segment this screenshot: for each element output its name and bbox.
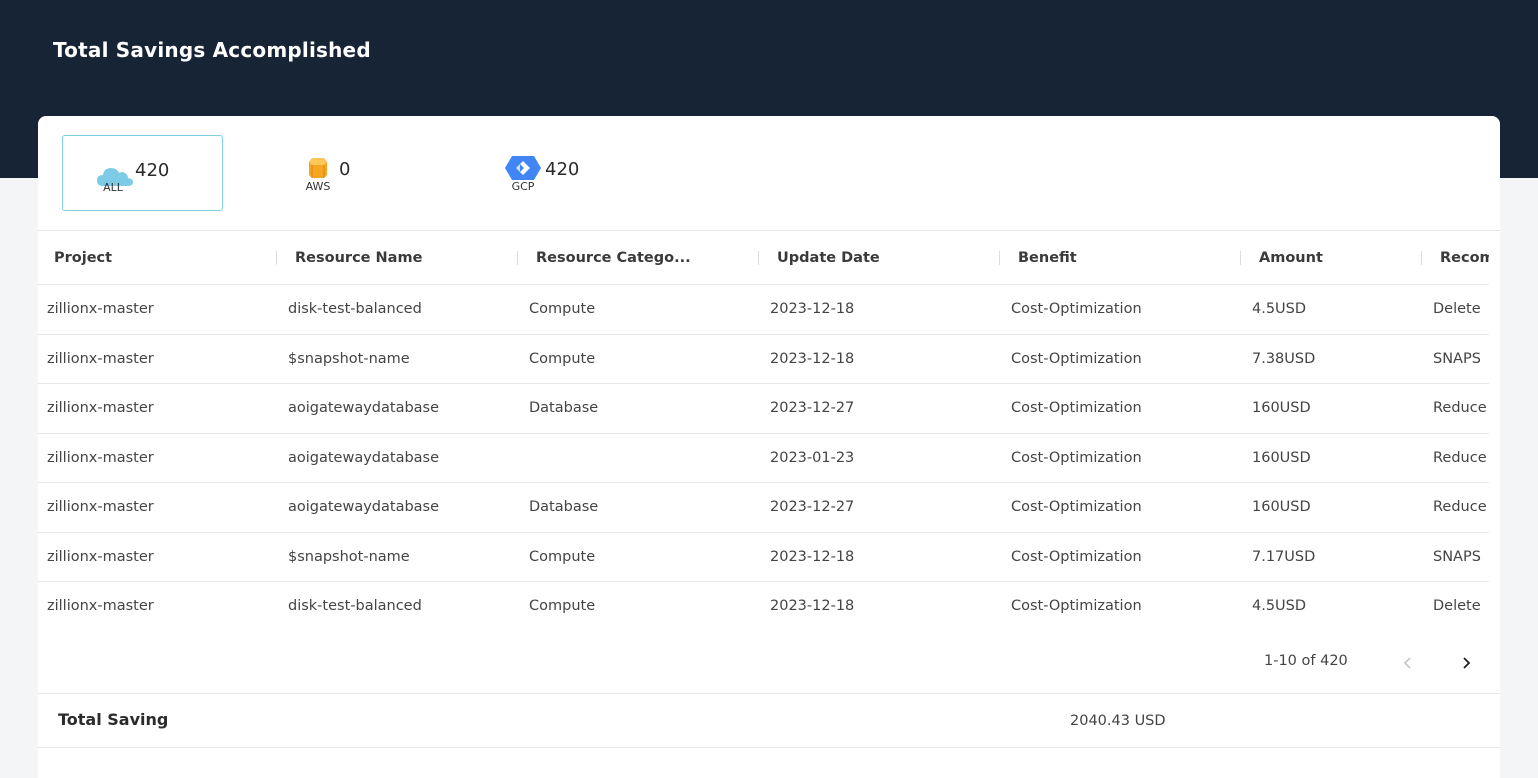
cell-update-date: 2023-12-18 [770, 598, 855, 614]
total-saving-value: 2040.43 USD [1070, 713, 1166, 729]
cell-update-date: 2023-12-27 [770, 400, 855, 416]
provider-count: 420 [135, 160, 170, 181]
table-row[interactable]: zillionx-master $snapshot-name Compute 2023… [38, 335, 1489, 384]
provider-label: GCP [511, 180, 535, 193]
cell-recommendation: Reduce [1433, 400, 1487, 416]
cell-resource-category: Compute [529, 301, 596, 317]
cell-project: zillionx-master [47, 400, 154, 416]
cell-resource-category: Database [529, 499, 599, 515]
cell-project: zillionx-master [47, 449, 154, 466]
provider-count: 420 [545, 159, 580, 180]
chevron-left-icon [1403, 657, 1411, 669]
table-row[interactable]: zillionx-master aoigatewaydatabase 2023-01… [38, 434, 1489, 483]
cell-recommendation: Reduce [1433, 499, 1487, 515]
cell-amount: 4.5USD [1252, 598, 1307, 614]
provider-tab-all[interactable]: 420 ALL [62, 135, 223, 211]
col-benefit[interactable]: Benefit [999, 231, 1077, 285]
cell-recommendation: Reduce [1433, 449, 1487, 466]
total-saving-label: Total Saving [58, 710, 169, 729]
cell-recommendation: Delete [1433, 598, 1481, 614]
cell-benefit: Cost-Optimization [1011, 400, 1142, 416]
col-update-date[interactable]: Update Date [758, 231, 880, 285]
cell-project: zillionx-master [47, 598, 154, 614]
table-header: Project Resource Name Resource Catego...… [38, 231, 1489, 285]
cell-update-date: 2023-12-18 [770, 350, 855, 367]
cell-resource-category: Database [529, 400, 599, 416]
savings-table: Project Resource Name Resource Catego...… [38, 230, 1500, 694]
cell-resource-name: disk-test-balanced [288, 301, 422, 317]
cell-benefit: Cost-Optimization [1011, 301, 1142, 317]
table-scroll[interactable]: Project Resource Name Resource Catego...… [38, 231, 1489, 631]
cell-amount: 160USD [1252, 499, 1311, 515]
table-row[interactable]: zillionx-master aoigatewaydatabase Databas… [38, 384, 1489, 434]
provider-label: AWS [305, 180, 331, 193]
col-resource-category[interactable]: Resource Catego... [517, 231, 691, 285]
cell-resource-name: aoigatewaydatabase [288, 499, 440, 515]
cell-resource-name: disk-test-balanced [288, 598, 422, 614]
page-range: 1-10 of 420 [1264, 653, 1348, 669]
provider-tab-aws[interactable]: 0 AWS [298, 135, 459, 211]
cell-resource-category: Compute [529, 548, 596, 565]
pagination: 1-10 of 420 [38, 631, 1500, 693]
table-row[interactable]: zillionx-master aoigatewaydatabase Databas… [38, 483, 1489, 533]
cell-benefit: Cost-Optimization [1011, 598, 1142, 614]
table-row[interactable]: zillionx-master disk-test-balanced Compute… [38, 582, 1489, 631]
cell-update-date: 2023-01-23 [770, 449, 855, 466]
cell-update-date: 2023-12-18 [770, 301, 855, 317]
cell-resource-name: aoigatewaydatabase [288, 449, 440, 466]
cell-amount: 4.5USD [1252, 301, 1307, 317]
cell-recommendation: Delete [1433, 301, 1481, 317]
cell-benefit: Cost-Optimization [1011, 499, 1142, 515]
col-recommendation[interactable]: Recomm [1421, 231, 1489, 285]
cell-resource-name: $snapshot-name [288, 548, 410, 565]
col-project[interactable]: Project [54, 231, 112, 285]
provider-tabs: 420 ALL 0 AWS 420 GCP [62, 135, 762, 211]
cell-update-date: 2023-12-27 [770, 499, 855, 515]
page-title: Total Savings Accomplished [53, 38, 371, 62]
cell-benefit: Cost-Optimization [1011, 350, 1142, 367]
provider-tab-gcp[interactable]: 420 GCP [503, 135, 664, 211]
cell-amount: 160USD [1252, 449, 1311, 466]
cell-benefit: Cost-Optimization [1011, 548, 1142, 565]
provider-label: ALL [103, 181, 123, 194]
cell-amount: 160USD [1252, 400, 1311, 416]
cell-resource-category: Compute [529, 350, 596, 367]
chevron-right-icon [1463, 657, 1471, 669]
cell-benefit: Cost-Optimization [1011, 449, 1142, 466]
total-saving-row: Total Saving 2040.43 USD [38, 694, 1500, 748]
cell-resource-name: aoigatewaydatabase [288, 400, 440, 416]
cell-resource-name: $snapshot-name [288, 350, 410, 367]
savings-card: 420 ALL 0 AWS 420 GCP Project Resource N… [38, 116, 1500, 778]
cell-resource-category: Compute [529, 598, 596, 614]
cell-amount: 7.17USD [1252, 548, 1316, 565]
cell-update-date: 2023-12-18 [770, 548, 855, 565]
cell-project: zillionx-master [47, 548, 154, 565]
col-amount[interactable]: Amount [1240, 231, 1323, 285]
cell-recommendation: SNAPS [1433, 350, 1481, 367]
cell-project: zillionx-master [47, 301, 154, 317]
table-row[interactable]: zillionx-master $snapshot-name Compute 2023… [38, 533, 1489, 582]
cell-amount: 7.38USD [1252, 350, 1316, 367]
cell-project: zillionx-master [47, 499, 154, 515]
col-resource-name[interactable]: Resource Name [276, 231, 422, 285]
table-row[interactable]: zillionx-master disk-test-balanced Compute… [38, 285, 1489, 335]
provider-count: 0 [339, 159, 351, 180]
prev-page-button[interactable] [1396, 651, 1420, 675]
cell-project: zillionx-master [47, 350, 154, 367]
next-page-button[interactable] [1454, 651, 1478, 675]
cell-recommendation: SNAPS [1433, 548, 1481, 565]
